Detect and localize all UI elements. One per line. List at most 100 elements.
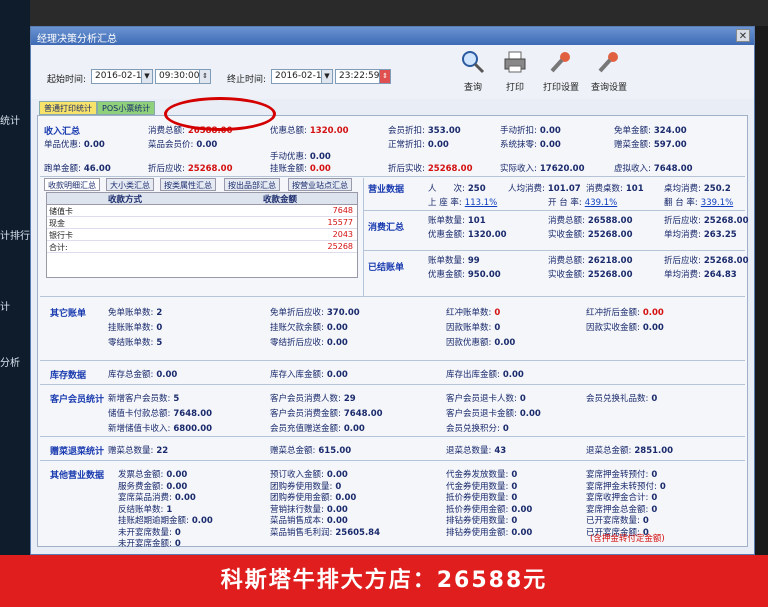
stat-label: 挂账金额:: [270, 164, 307, 174]
stat-cell: 单均消费: 263.25: [664, 228, 737, 240]
query-label: 查询: [463, 83, 482, 93]
stat-label: 免单折后应收:: [270, 308, 324, 318]
background-app-topbar: [30, 0, 768, 26]
stat-value: 0.00: [83, 140, 105, 150]
table-cell: 银行卡: [47, 230, 203, 241]
background-app-sidebar: 统计 计排行 计 分析: [0, 0, 30, 555]
stat-value: 17620.00: [539, 164, 585, 174]
stat-label: 预订收入金额:: [270, 470, 324, 480]
stat-label: 菜品销售成本:: [270, 516, 324, 526]
stat-value: 0: [174, 539, 181, 549]
stat-label: 团购券使用数量:: [270, 481, 333, 492]
stat-label: 反结账单数:: [118, 504, 164, 515]
stat-cell: 抵价券使用数量: 0: [446, 491, 517, 503]
tab-normal-print[interactable]: 普通打印统计: [39, 101, 97, 115]
stat-cell: 人 次: 250: [428, 182, 486, 194]
stat-value: 0.00: [539, 126, 561, 136]
stat-value: 101: [625, 184, 644, 194]
stat-cell: 翻 台 率: 339.1%: [664, 196, 733, 208]
stat-cell: 代金券发放数量: 0: [446, 468, 517, 480]
stat-value: 2: [156, 308, 163, 318]
start-time-field[interactable]: 09:30:00 ⇕: [155, 69, 211, 84]
stat-label: 会员折扣:: [388, 126, 425, 136]
stat-cell: 手动优惠: 0.00: [270, 150, 331, 162]
spinner-icon[interactable]: ⇕: [199, 70, 210, 83]
table-cell: 15577: [203, 218, 357, 229]
income-title: 收入汇总: [44, 127, 81, 137]
stat-label: 未开宴席金额:: [118, 539, 172, 549]
stat-label: 未开宴席数量:: [118, 527, 172, 538]
stat-label: 退菜总数量:: [446, 446, 492, 456]
tab-site[interactable]: 按营业站点汇总: [288, 178, 352, 191]
stat-value: 22: [156, 446, 169, 456]
query-button[interactable]: 查询: [455, 49, 491, 93]
print-button[interactable]: 打印: [497, 49, 533, 93]
print-settings-button[interactable]: 打印设置: [539, 49, 583, 93]
stat-value: 0: [519, 394, 526, 404]
bg-side-label[interactable]: 计排行: [0, 227, 30, 242]
stat-value: 353.00: [427, 126, 461, 136]
stat-label: 客户会员退卡人数:: [446, 394, 517, 404]
stat-cell: 排钻券使用数量: 0: [446, 514, 517, 526]
stat-value: 0: [651, 394, 658, 404]
stat-label: 已开宴席数量:: [586, 516, 640, 526]
divider: [40, 360, 745, 361]
stat-value: 25268.00: [587, 270, 633, 280]
stat-cell: 免单账单数: 2: [108, 306, 162, 318]
stat-label: 折后实收:: [388, 164, 425, 174]
tab-category[interactable]: 大小类汇总: [106, 178, 154, 191]
stat-value: 7648.00: [173, 409, 213, 419]
close-button[interactable]: ✕: [736, 29, 750, 42]
stat-cell: 团购券使用金额: 0.00: [270, 491, 356, 503]
stat-label: 新增客户会员数:: [108, 394, 171, 404]
bg-side-label[interactable]: 分析: [0, 354, 20, 369]
stat-value: 0: [511, 470, 518, 480]
query-settings-button[interactable]: 查询设置: [587, 49, 631, 93]
stat-cell: 宴席收押金合计: 0: [586, 491, 657, 503]
stat-label: 实收金额:: [548, 230, 585, 240]
stat-value: 439.1%: [584, 198, 618, 208]
tab-attribute[interactable]: 按类属性汇总: [160, 178, 216, 191]
stat-value: 0.00: [156, 370, 178, 380]
stat-cell: 赠菜总数量: 22: [108, 444, 168, 456]
stat-value: 25268.00: [187, 164, 233, 174]
start-time-label: 起始时间:: [47, 75, 87, 85]
magnifier-icon: [462, 51, 485, 74]
tab-payment-detail[interactable]: 收款明细汇总: [44, 178, 100, 191]
bg-side-label[interactable]: 计: [0, 298, 10, 313]
start-date-field[interactable]: 2016-02-14 ▼: [91, 69, 153, 84]
report-window: 经理决策分析汇总 ✕ 起始时间: 2016-02-14 ▼ 09:30:00 ⇕ 终…: [30, 26, 755, 555]
divider: [40, 436, 745, 437]
stat-label: 库存入库金额:: [270, 370, 324, 380]
stat-value: 5: [173, 394, 180, 404]
end-time-field[interactable]: 23:22:59 ⇕: [335, 69, 391, 84]
chevron-down-icon[interactable]: ▼: [141, 70, 152, 83]
stat-cell: 单品优惠: 0.00: [44, 138, 105, 150]
table-cell: 储值卡: [47, 206, 203, 217]
stat-label: 挂账欠款余额:: [270, 323, 324, 333]
stat-value: 0.00: [166, 470, 188, 480]
stat-cell: 客户会员退卡人数: 0: [446, 392, 526, 404]
stat-value: 339.1%: [700, 198, 734, 208]
spinner-icon[interactable]: ⇕: [379, 70, 390, 83]
stat-cell: 挂账超期逾期金额: 0.00: [118, 514, 213, 526]
chevron-down-icon[interactable]: ▼: [321, 70, 332, 83]
divider: [40, 176, 745, 177]
stat-cell: 预订收入金额: 0.00: [270, 468, 348, 480]
stat-cell: 手动折扣: 0.00: [500, 124, 561, 136]
end-date-field[interactable]: 2016-02-14 ▼: [271, 69, 333, 84]
stat-label: 会员充值赠送金额:: [270, 424, 341, 434]
stat-label: 消费总额:: [548, 216, 585, 226]
other-bills-title: 其它账单: [50, 309, 87, 319]
stat-value: 597.00: [653, 140, 687, 150]
tab-pos-receipt[interactable]: POS小票统计: [97, 101, 156, 115]
stat-label: 单品优惠:: [44, 140, 81, 150]
stat-cell: 菜品会员价: 0.00: [148, 138, 217, 150]
tab-dept[interactable]: 按出品部汇总: [224, 178, 280, 191]
stat-value: 250.2: [703, 184, 731, 194]
stat-cell: 零结折后应收: 0.00: [270, 336, 348, 348]
stat-label: 虚拟收入:: [614, 164, 651, 174]
bg-side-label[interactable]: 统计: [0, 112, 20, 127]
stat-cell: 抵价券使用金额: 0.00: [446, 503, 532, 515]
stat-label: 消费总额:: [148, 126, 185, 136]
